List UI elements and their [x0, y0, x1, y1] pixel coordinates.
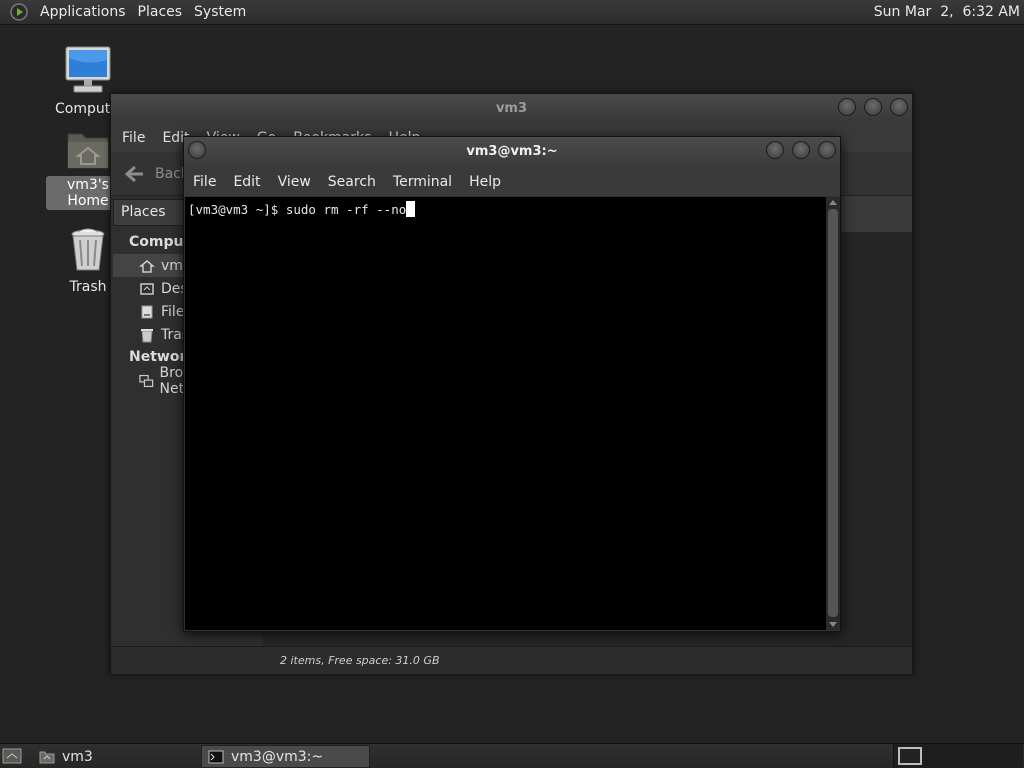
computer-icon — [65, 46, 111, 93]
menu-help[interactable]: Help — [460, 174, 509, 190]
back-arrow-icon[interactable] — [123, 163, 145, 185]
menu-file[interactable]: File — [111, 130, 151, 146]
terminal-menubar: File Edit View Search Terminal Help — [184, 167, 840, 196]
maximize-button[interactable] — [864, 98, 882, 116]
minimize-button[interactable] — [838, 98, 856, 116]
scrollbar-thumb[interactable] — [828, 209, 838, 617]
terminal-titlebar[interactable]: vm3@vm3:~ — [184, 137, 840, 167]
home-icon — [139, 259, 155, 273]
terminal-scrollbar[interactable] — [826, 197, 840, 630]
terminal-command: sudo rm -rf --no — [285, 202, 407, 217]
applications-menu[interactable]: Applications — [34, 4, 132, 20]
bottom-panel: vm3 vm3@vm3:~ — [0, 743, 1024, 768]
scroll-down-arrow-icon[interactable] — [829, 622, 837, 627]
terminal-window[interactable]: vm3@vm3:~ File Edit View Search Terminal… — [183, 136, 841, 632]
terminal-screen[interactable]: [vm3@vm3 ~]$ sudo rm -rf --no — [185, 197, 826, 630]
menu-search[interactable]: Search — [319, 174, 384, 190]
workspace-switcher[interactable] — [893, 744, 1023, 768]
file-manager-titlebar[interactable]: vm3 — [111, 94, 912, 124]
scroll-up-arrow-icon[interactable] — [829, 200, 837, 205]
menu-edit[interactable]: Edit — [224, 174, 268, 190]
show-desktop-icon[interactable] — [2, 747, 22, 765]
taskbar-item-label: vm3 — [62, 748, 93, 765]
terminal-icon — [208, 750, 224, 763]
close-button[interactable] — [890, 98, 908, 116]
window-title: vm3 — [495, 101, 528, 116]
workspace-1[interactable] — [898, 747, 922, 765]
maximize-button[interactable] — [792, 141, 810, 159]
home-folder-icon — [67, 133, 109, 169]
home-folder-icon — [39, 751, 55, 763]
applications-logo-icon[interactable] — [9, 2, 29, 22]
drive-icon — [141, 305, 153, 318]
window-title: vm3@vm3:~ — [466, 144, 558, 159]
terminal-prompt: [vm3@vm3 ~]$ — [188, 202, 286, 217]
network-icon — [139, 374, 154, 387]
places-menu[interactable]: Places — [132, 4, 189, 20]
text-cursor — [406, 201, 416, 217]
menu-terminal[interactable]: Terminal — [384, 174, 460, 190]
clock[interactable]: Sun Mar 2, 6:32 AM — [874, 4, 1020, 20]
top-panel: Applications Places System Sun Mar 2, 6:… — [0, 0, 1024, 25]
minimize-button[interactable] — [766, 141, 784, 159]
status-bar: 2 items, Free space: 31.0 GB — [111, 646, 912, 674]
taskbar-item-vm3[interactable]: vm3 — [33, 745, 199, 768]
desktop-icon-label: Trash — [69, 279, 107, 295]
trash-icon — [71, 228, 105, 271]
trash-icon — [141, 328, 153, 342]
window-menu-button[interactable] — [188, 141, 206, 159]
taskbar-item-terminal[interactable]: vm3@vm3:~ — [201, 745, 370, 768]
desktop-icon-trash[interactable]: Trash — [60, 226, 116, 296]
system-menu[interactable]: System — [188, 4, 252, 20]
menu-view[interactable]: View — [269, 174, 319, 190]
desktop-folder-icon — [140, 282, 154, 295]
taskbar-item-label: vm3@vm3:~ — [231, 748, 324, 765]
close-button[interactable] — [818, 141, 836, 159]
menu-file[interactable]: File — [184, 174, 224, 190]
